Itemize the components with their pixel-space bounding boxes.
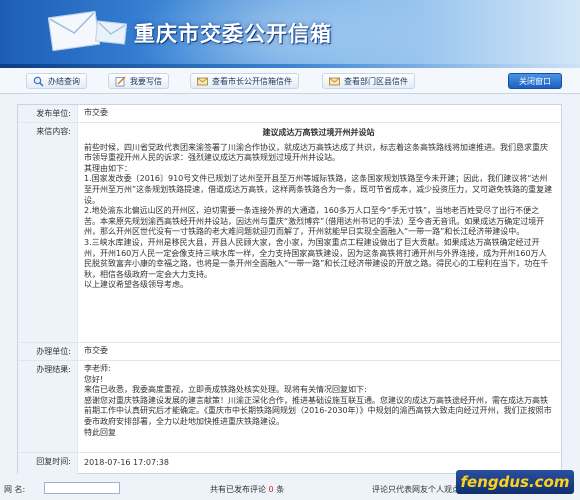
envelope-icon (47, 10, 101, 52)
result-paragraph: 来信已收悉，我委高度重视，立即责成铁路处核实处理。现将有关情况回复如下: (84, 385, 367, 395)
dept-value: 市交委 (84, 108, 108, 117)
letter-panel: 发布单位: 市交委 来信内容: 建议成达万高铁过境开州并设站 前些时候，四川省党… (17, 104, 563, 474)
result-paragraph: 感谢您对重庆铁路建设发展的建言献策！川渝正深化合作，推进基础设施互联互通。您建议… (84, 395, 552, 426)
handler-value: 市交委 (84, 346, 108, 355)
result-label: 办理结果: (18, 361, 78, 452)
result-row: 办理结果: 李老师: 您好! 来信已收悉，我委高度重视，立即责成铁路处核实处理。… (18, 361, 563, 453)
comment-prefix: 共有已发布评论 (210, 485, 266, 494)
banner: 重庆市交委公开信箱 (0, 0, 580, 68)
write-icon (115, 76, 126, 87)
content-row: 来信内容: 建议成达万高铁过境开州并设站 前些时候，四川省党政代表团来渝签署了川… (18, 123, 563, 343)
reply-time-value: 2018-07-16 17:07:38 (84, 458, 169, 467)
handler-row: 办理单位: 市交委 (18, 343, 563, 361)
letter-paragraph: 2.地处渝东北偏远山区的开州区，迫切需要一条连接外界的大通道，160多万人口至今… (84, 206, 545, 237)
nickname-input[interactable] (44, 482, 120, 494)
letter-paragraph: 1.国家发改委〔2016〕910号文件已规划了达州至开县至万州等城际铁路，这条国… (84, 174, 553, 205)
mail-icon (329, 76, 340, 87)
site-watermark: fengdus.com (456, 470, 574, 494)
content-label: 来信内容: (18, 123, 78, 342)
search-icon (33, 76, 44, 87)
comment-footer: 网 名: 共有已发布评论 0 条 评论只代表网友个人观点 fengdus.com (0, 470, 580, 500)
nav-item-label: 查看部门区县信件 (344, 76, 408, 86)
page-title: 重庆市交委公开信箱 (134, 22, 332, 46)
letter-title: 建议成达万高铁过境开州并设站 (262, 128, 375, 137)
nav-item-dept-letters[interactable]: 查看部门区县信件 (322, 73, 415, 89)
close-window-button[interactable]: 关闭窗口 (508, 73, 562, 89)
letter-paragraph: 其理由如下： (84, 163, 132, 173)
mail-icon (197, 76, 208, 87)
result-paragraph: 您好! (84, 374, 104, 384)
letter-paragraph: 以上建议希望各级领导考虑。 (84, 280, 188, 290)
name-label: 网 名: (4, 485, 26, 494)
handler-label: 办理单位: (18, 343, 78, 360)
comment-count-text: 共有已发布评论 0 条 (210, 484, 284, 495)
letter-paragraph: 前些时候，四川省党政代表团来渝签署了川渝合作协议，就成达万高铁达成了共识，标志着… (84, 142, 548, 163)
nav-item-label: 查看市长公开信箱信件 (212, 76, 292, 86)
result-content: 李老师: 您好! 来信已收悉，我委高度重视，立即责成铁路处核实处理。现将有关情况… (84, 364, 553, 438)
letter-content: 建议成达万高铁过境开州并设站 前些时候，四川省党政代表团来渝签署了川渝合作协议，… (84, 128, 553, 291)
nav-bar: 办结查询 我要写信 查看市长公开信箱信件 查看部门区县信件 关闭窗口 (0, 68, 580, 94)
nav-item-write[interactable]: 我要写信 (108, 73, 169, 89)
comment-suffix: 条 (276, 485, 285, 494)
dept-label: 发布单位: (18, 105, 78, 122)
reply-time-label: 回复时间: (18, 453, 78, 474)
nav-item-search[interactable]: 办结查询 (26, 73, 87, 89)
nav-item-label: 我要写信 (130, 76, 162, 86)
nav-item-mayor-letters[interactable]: 查看市长公开信箱信件 (190, 73, 299, 89)
letter-paragraph: 3.三峡水库建设，开州是移民大县，开县人民顾大家，舍小家，为国家重点工程建设做出… (84, 237, 549, 279)
dept-row: 发布单位: 市交委 (18, 105, 563, 123)
comment-count: 0 (268, 485, 274, 494)
comment-notice: 评论只代表网友个人观点 (372, 485, 460, 494)
result-paragraph: 李老师: (84, 364, 111, 373)
result-paragraph: 特此回复 (84, 427, 116, 437)
envelope-small-icon (94, 20, 128, 45)
nav-item-label: 办结查询 (48, 76, 80, 86)
